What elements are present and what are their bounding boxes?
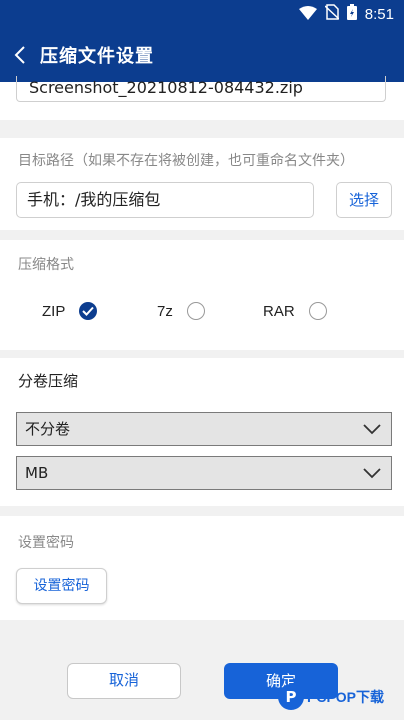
target-path-label: 目标路径（如果不存在将被创建，也可重命名文件夹）	[18, 153, 354, 169]
watermark: P PCPOP下载	[278, 684, 384, 710]
chevron-left-icon	[14, 46, 25, 64]
format-option-7z[interactable]: 7z	[157, 302, 205, 320]
watermark-text: PCPOP下载	[307, 689, 385, 705]
chevron-down-icon	[363, 424, 381, 435]
filename-card: Screenshot_20210812-084432.zip	[0, 76, 404, 120]
split-unit-dropdown[interactable]: MB	[16, 456, 392, 490]
format-option-zip[interactable]: ZIP	[42, 302, 98, 320]
status-bar: 8:51	[0, 0, 404, 28]
split-mode-value: 不分卷	[25, 420, 71, 438]
split-volume-label: 分卷压缩	[18, 372, 79, 390]
format-option-label: RAR	[263, 302, 295, 320]
target-path-input[interactable]: 手机：/我的压缩包	[16, 182, 314, 218]
battery-icon	[346, 4, 357, 24]
split-unit-value: MB	[25, 464, 49, 482]
format-option-label: ZIP	[42, 302, 66, 320]
app-bar: 压缩文件设置	[0, 28, 404, 82]
watermark-logo-icon: P	[278, 684, 304, 710]
status-time: 8:51	[364, 5, 394, 23]
split-mode-dropdown[interactable]: 不分卷	[16, 412, 392, 446]
compress-format-section: 压缩格式 ZIP 7z RAR	[0, 240, 404, 350]
wifi-icon	[298, 5, 317, 24]
split-volume-section: 分卷压缩 不分卷 MB	[0, 358, 404, 506]
radio-unchecked-icon[interactable]	[308, 302, 327, 320]
compress-format-label: 压缩格式	[18, 257, 74, 273]
filename-field[interactable]: Screenshot_20210812-084432.zip	[16, 76, 386, 102]
cancel-button[interactable]: 取消	[67, 663, 181, 699]
select-path-button[interactable]: 选择	[336, 182, 392, 218]
password-section: 设置密码 设置密码	[0, 516, 404, 620]
set-password-button[interactable]: 设置密码	[16, 568, 107, 604]
radio-unchecked-icon[interactable]	[186, 302, 205, 320]
chevron-down-icon	[363, 468, 381, 479]
no-sim-icon	[324, 4, 340, 24]
format-option-rar[interactable]: RAR	[263, 302, 327, 320]
page-title: 压缩文件设置	[40, 46, 154, 67]
password-label: 设置密码	[18, 535, 74, 551]
format-option-label: 7z	[157, 302, 173, 320]
radio-checked-icon[interactable]	[79, 302, 98, 320]
back-button[interactable]	[0, 28, 40, 82]
